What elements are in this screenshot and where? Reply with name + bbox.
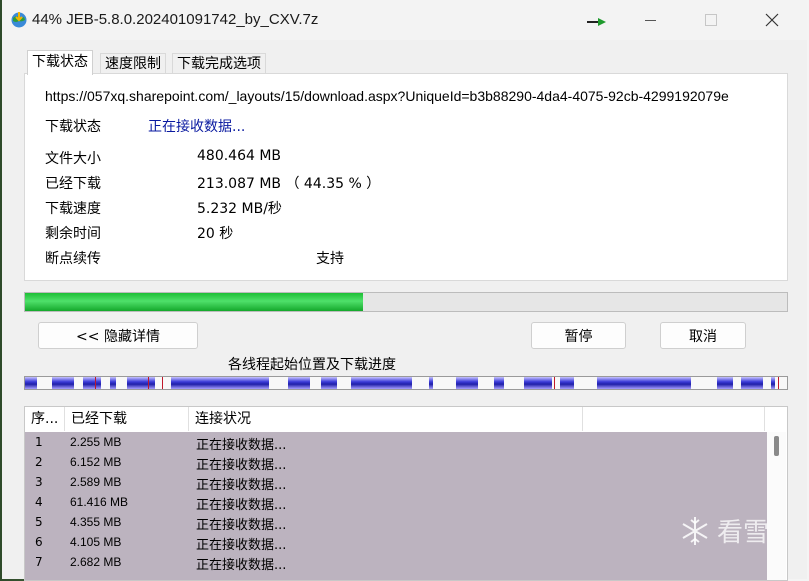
row-index: 1	[35, 435, 43, 449]
list-item[interactable]: 7 2.682 MB 正在接收数据...	[25, 552, 767, 573]
scroll-thumb[interactable]	[774, 436, 779, 456]
close-button[interactable]	[741, 0, 799, 40]
list-item[interactable]: 5 4.355 MB 正在接收数据...	[25, 512, 767, 533]
row-index: 2	[35, 455, 43, 469]
segment	[524, 377, 552, 389]
download-progress-bar	[24, 292, 788, 312]
title-bar[interactable]: 44% JEB-5.8.0.202401091742_by_CXV.7z	[2, 0, 807, 40]
close-icon	[765, 13, 779, 27]
segment-tick	[554, 377, 555, 389]
column-header-connection-status[interactable]: 连接状况	[189, 407, 583, 431]
thread-segments-bar	[24, 376, 788, 390]
segment	[597, 377, 691, 389]
row-index: 7	[35, 555, 43, 569]
maximize-icon	[705, 14, 717, 26]
globe-download-icon	[11, 12, 27, 28]
connections-list[interactable]: 序... 已经下载 连接状况 1 2.255 MB 正在接收数据... 2 6.…	[24, 406, 788, 581]
resume-label: 断点续传	[45, 251, 101, 267]
maximize-button[interactable]	[681, 0, 739, 40]
downloaded-label: 已经下载	[45, 176, 101, 192]
list-item[interactable]: 4 61.416 MB 正在接收数据...	[25, 492, 767, 513]
row-status: 正在接收数据...	[196, 498, 287, 513]
column-header-empty[interactable]	[583, 407, 765, 431]
segment	[52, 377, 74, 389]
window-title: 44% JEB-5.8.0.202401091742_by_CXV.7z	[32, 11, 319, 28]
file-size-value: 480.464 MB	[197, 148, 282, 164]
row-index: 5	[35, 515, 43, 529]
row-downloaded: 4.355 MB	[70, 515, 122, 529]
row-index: 6	[35, 535, 43, 549]
tab-speed-limit[interactable]: 速度限制	[100, 53, 166, 74]
hide-details-button[interactable]: << 隐藏详情	[38, 322, 198, 349]
speed-label: 下载速度	[45, 201, 101, 217]
row-status: 正在接收数据...	[196, 438, 287, 453]
segment	[288, 377, 310, 389]
row-status: 正在接收数据...	[196, 458, 287, 473]
segment	[560, 377, 574, 389]
snowflake-icon	[682, 516, 708, 545]
download-url: https://057xq.sharepoint.com/_layouts/15…	[45, 88, 729, 104]
status-value: 正在接收数据...	[148, 119, 246, 135]
list-header: 序... 已经下载 连接状况	[25, 407, 787, 431]
segment	[429, 377, 433, 389]
cancel-button[interactable]: 取消	[660, 322, 746, 349]
list-scrollbar[interactable]	[767, 432, 786, 580]
arrow-right-icon	[587, 18, 606, 26]
remaining-time-label: 剩余时间	[45, 226, 101, 242]
row-status: 正在接收数据...	[196, 538, 287, 553]
file-size-label: 文件大小	[45, 151, 101, 167]
segment	[494, 377, 504, 389]
list-item[interactable]: 3 2.589 MB 正在接收数据...	[25, 472, 767, 493]
row-status: 正在接收数据...	[196, 558, 287, 573]
status-label: 下载状态	[45, 119, 101, 135]
row-downloaded: 2.589 MB	[70, 475, 122, 489]
row-downloaded: 2.682 MB	[70, 555, 122, 569]
row-downloaded: 61.416 MB	[70, 495, 129, 509]
resume-value: 支持	[316, 251, 344, 267]
speed-value: 5.232 MB/秒	[197, 201, 282, 217]
segment-tick	[162, 377, 163, 389]
segment-tick	[778, 377, 779, 389]
row-status: 正在接收数据...	[196, 478, 287, 493]
row-index: 4	[35, 495, 43, 509]
pause-button[interactable]: 暂停	[531, 322, 626, 349]
list-item[interactable]: 6 4.105 MB 正在接收数据...	[25, 532, 767, 553]
segment	[456, 377, 478, 389]
row-index: 3	[35, 475, 43, 489]
watermark: 看雪	[679, 512, 769, 549]
segment	[83, 377, 101, 389]
segment	[110, 377, 116, 389]
segments-title: 各线程起始位置及下载进度	[228, 357, 396, 373]
minimize-button[interactable]	[621, 0, 679, 40]
tab-completion-options[interactable]: 下载完成选项	[172, 53, 266, 74]
column-header-index[interactable]: 序...	[25, 407, 65, 431]
segment	[771, 377, 775, 389]
list-item[interactable]: 1 2.255 MB 正在接收数据...	[25, 432, 767, 453]
segment	[741, 377, 763, 389]
row-downloaded: 6.152 MB	[70, 455, 122, 469]
segment-tick	[95, 377, 96, 389]
column-header-downloaded[interactable]: 已经下载	[65, 407, 189, 431]
segment	[25, 377, 37, 389]
download-window: 44% JEB-5.8.0.202401091742_by_CXV.7z 下载状…	[2, 0, 807, 581]
segment	[171, 377, 269, 389]
progress-fill	[25, 293, 363, 311]
remaining-time-value: 20 秒	[197, 226, 234, 242]
row-downloaded: 2.255 MB	[70, 435, 122, 449]
list-item[interactable]: 2 6.152 MB 正在接收数据...	[25, 452, 767, 473]
tab-download-status[interactable]: 下载状态	[27, 50, 93, 75]
segment	[360, 377, 412, 389]
segment	[127, 377, 155, 389]
row-downloaded: 4.105 MB	[70, 535, 122, 549]
list-body: 1 2.255 MB 正在接收数据... 2 6.152 MB 正在接收数据..…	[25, 432, 767, 580]
row-status: 正在接收数据...	[196, 518, 287, 533]
minimize-icon	[645, 20, 656, 21]
status-panel: https://057xq.sharepoint.com/_layouts/15…	[24, 73, 788, 281]
segment-tick	[148, 377, 149, 389]
watermark-text: 看雪	[717, 518, 770, 548]
downloaded-value: 213.087 MB （ 44.35 % ）	[197, 176, 381, 192]
segment	[717, 377, 733, 389]
segment	[321, 377, 337, 389]
